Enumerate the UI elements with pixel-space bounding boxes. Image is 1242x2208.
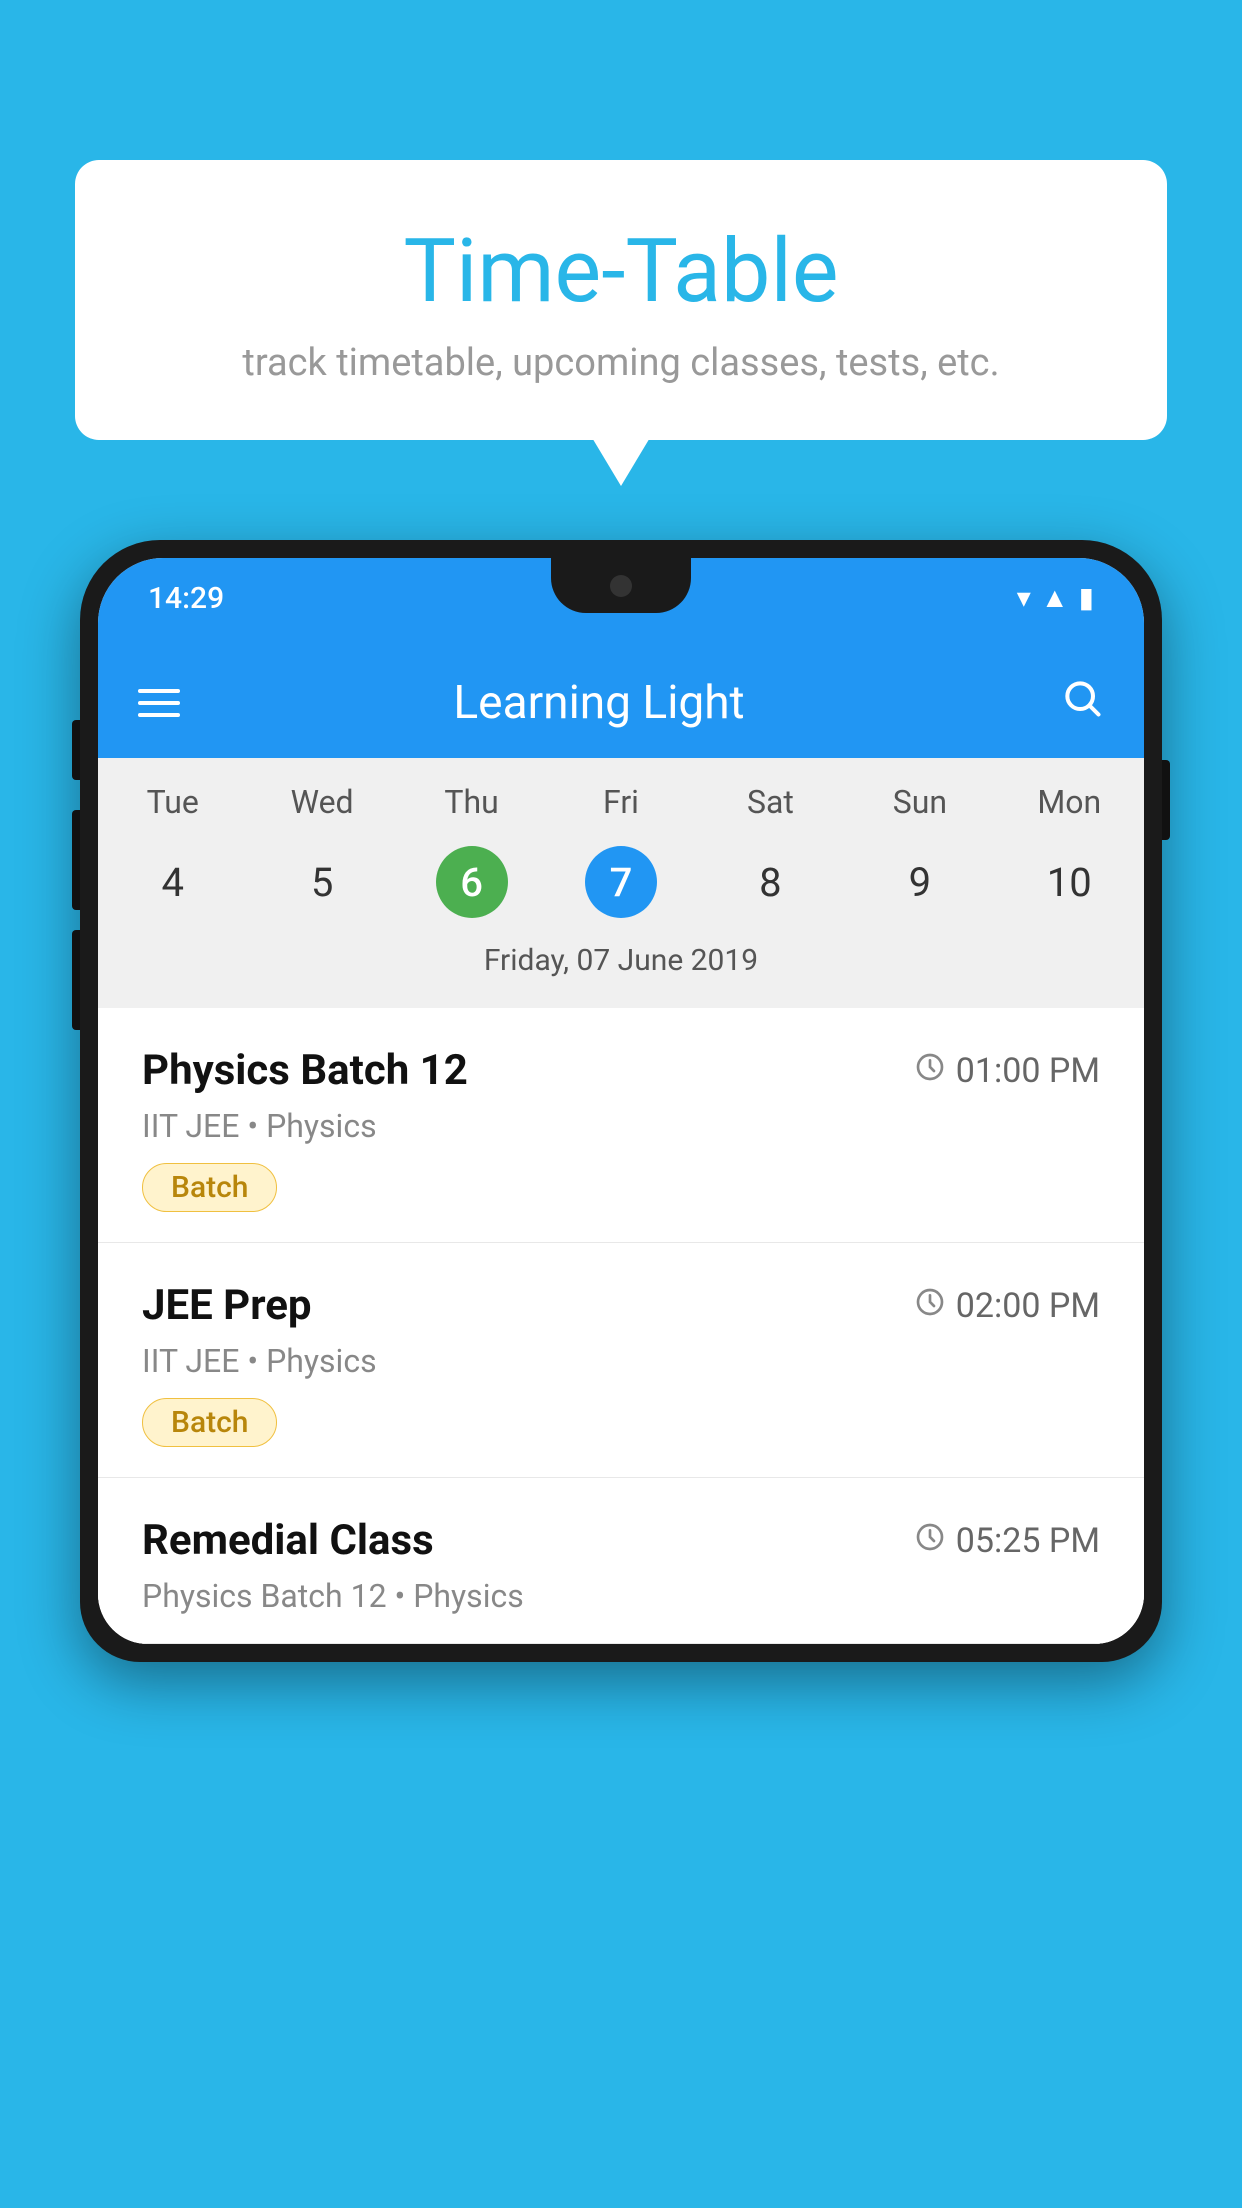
status-bar: 14:29 ▾ ▲ ▮ bbox=[98, 558, 1144, 648]
battery-icon: ▮ bbox=[1079, 581, 1094, 614]
speech-bubble-container: Time-Table track timetable, upcoming cla… bbox=[75, 160, 1167, 440]
signal-icon: ▲ bbox=[1041, 581, 1069, 614]
time-text-3: 05:25 PM bbox=[956, 1521, 1100, 1561]
day-label-mon: Mon bbox=[995, 778, 1144, 826]
volume-up-button bbox=[72, 720, 80, 780]
day-5[interactable]: 5 bbox=[247, 849, 396, 916]
power-button bbox=[1162, 760, 1170, 840]
day-6[interactable]: 6 bbox=[397, 836, 546, 928]
search-button[interactable] bbox=[1060, 676, 1104, 731]
selected-date: Friday, 07 June 2019 bbox=[98, 928, 1144, 998]
notch bbox=[551, 558, 691, 613]
day-label-fri: Fri bbox=[546, 778, 695, 826]
day-10[interactable]: 10 bbox=[995, 849, 1144, 916]
day-7[interactable]: 7 bbox=[546, 836, 695, 928]
item-header-2: JEE Prep 02:00 PM bbox=[142, 1281, 1100, 1330]
item-time-3: 05:25 PM bbox=[914, 1521, 1100, 1561]
menu-line-3 bbox=[138, 713, 180, 717]
schedule-item-2[interactable]: JEE Prep 02:00 PM IIT JEE • Physics bbox=[98, 1243, 1144, 1478]
time-text-2: 02:00 PM bbox=[956, 1286, 1100, 1326]
silent-button bbox=[72, 930, 80, 1030]
item-header-1: Physics Batch 12 01:00 PM bbox=[142, 1046, 1100, 1095]
speech-bubble: Time-Table track timetable, upcoming cla… bbox=[75, 160, 1167, 440]
bubble-subtitle: track timetable, upcoming classes, tests… bbox=[115, 341, 1127, 385]
calendar-strip: Tue Wed Thu Fri Sat Sun Mon 4 5 6 7 8 9 … bbox=[98, 758, 1144, 1008]
item-title-3: Remedial Class bbox=[142, 1516, 434, 1565]
item-subtitle-1: IIT JEE • Physics bbox=[142, 1107, 1100, 1145]
phone-screen: 14:29 ▾ ▲ ▮ Learning Light bbox=[98, 558, 1144, 1644]
item-title-1: Physics Batch 12 bbox=[142, 1046, 468, 1095]
app-title: Learning Light bbox=[180, 676, 1018, 730]
schedule-item-3[interactable]: Remedial Class 05:25 PM Physics Batch bbox=[98, 1478, 1144, 1644]
day-numbers: 4 5 6 7 8 9 10 bbox=[98, 836, 1144, 928]
app-bar: Learning Light bbox=[98, 648, 1144, 758]
clock-icon-3 bbox=[914, 1521, 946, 1561]
clock-icon-1 bbox=[914, 1051, 946, 1091]
menu-line-1 bbox=[138, 689, 180, 693]
bubble-title: Time-Table bbox=[115, 220, 1127, 323]
day-label-tue: Tue bbox=[98, 778, 247, 826]
status-icons: ▾ ▲ ▮ bbox=[1017, 576, 1094, 614]
menu-line-2 bbox=[138, 701, 180, 705]
volume-down-button bbox=[72, 810, 80, 910]
batch-tag-1: Batch bbox=[142, 1163, 277, 1212]
item-time-1: 01:00 PM bbox=[914, 1051, 1100, 1091]
item-time-2: 02:00 PM bbox=[914, 1286, 1100, 1326]
phone-body: 14:29 ▾ ▲ ▮ Learning Light bbox=[80, 540, 1162, 1662]
day-label-thu: Thu bbox=[397, 778, 546, 826]
schedule-item-1[interactable]: Physics Batch 12 01:00 PM IIT JEE • P bbox=[98, 1008, 1144, 1243]
item-title-2: JEE Prep bbox=[142, 1281, 312, 1330]
menu-button[interactable] bbox=[138, 689, 180, 717]
day-label-sun: Sun bbox=[845, 778, 994, 826]
time-text-1: 01:00 PM bbox=[956, 1051, 1100, 1091]
schedule-list: Physics Batch 12 01:00 PM IIT JEE • P bbox=[98, 1008, 1144, 1644]
front-camera bbox=[610, 575, 632, 597]
item-subtitle-2: IIT JEE • Physics bbox=[142, 1342, 1100, 1380]
day-9[interactable]: 9 bbox=[845, 849, 994, 916]
status-time: 14:29 bbox=[148, 576, 224, 616]
wifi-icon: ▾ bbox=[1017, 581, 1031, 614]
day-label-wed: Wed bbox=[247, 778, 396, 826]
item-subtitle-3: Physics Batch 12 • Physics bbox=[142, 1577, 1100, 1615]
phone-mockup: 14:29 ▾ ▲ ▮ Learning Light bbox=[80, 540, 1162, 2208]
day-4[interactable]: 4 bbox=[98, 849, 247, 916]
day-headers: Tue Wed Thu Fri Sat Sun Mon bbox=[98, 778, 1144, 826]
batch-tag-2: Batch bbox=[142, 1398, 277, 1447]
day-8[interactable]: 8 bbox=[696, 849, 845, 916]
day-label-sat: Sat bbox=[696, 778, 845, 826]
clock-icon-2 bbox=[914, 1286, 946, 1326]
item-header-3: Remedial Class 05:25 PM bbox=[142, 1516, 1100, 1565]
